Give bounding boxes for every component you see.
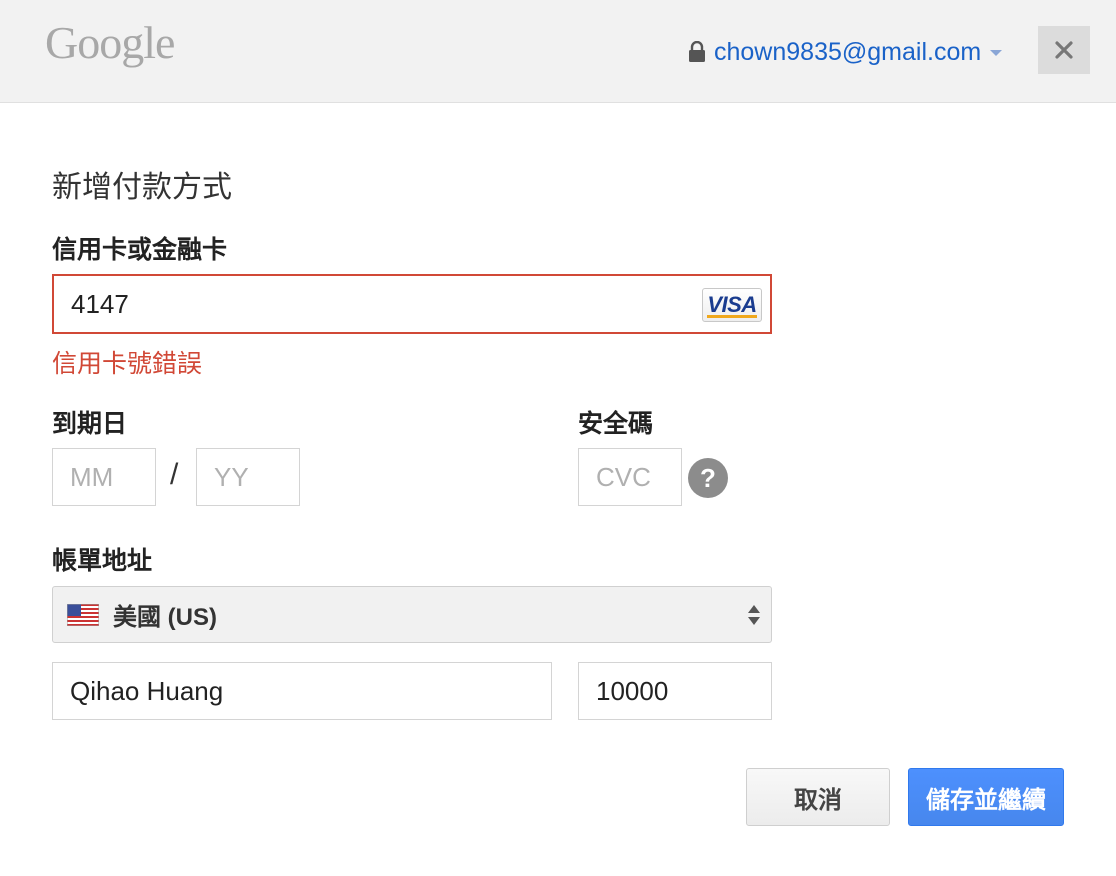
zip-code-input[interactable]: 10000 — [578, 662, 772, 720]
zip-code-value: 10000 — [596, 675, 669, 706]
cvc-input[interactable]: CVC — [578, 448, 682, 506]
visa-card-icon: VISA — [702, 288, 762, 322]
card-number-input[interactable]: 4147 VISA — [52, 274, 772, 334]
month-placeholder: MM — [70, 461, 114, 492]
billing-label: 帳單地址 — [52, 547, 153, 575]
country-value: 美國 (US) — [113, 604, 217, 631]
dialog-title: 新增付款方式 — [52, 171, 232, 204]
expiry-label: 到期日 — [52, 410, 128, 438]
year-placeholder: YY — [214, 461, 249, 492]
card-error-message: 信用卡號錯誤 — [52, 350, 203, 378]
full-name-input[interactable]: Qihao Huang — [52, 662, 552, 720]
cvc-placeholder: CVC — [596, 461, 651, 492]
cvc-label: 安全碼 — [578, 410, 654, 438]
expiry-month-input[interactable]: MM — [52, 448, 156, 506]
chevron-down-icon — [990, 50, 1003, 56]
lock-icon — [689, 41, 705, 62]
card-label: 信用卡或金融卡 — [52, 236, 228, 264]
google-logo: Google — [45, 17, 175, 68]
cvc-help-icon[interactable]: ? — [688, 458, 728, 498]
account-email: chown9835@gmail.com — [714, 37, 982, 66]
close-button[interactable] — [1038, 26, 1090, 74]
expiry-year-input[interactable]: YY — [196, 448, 300, 506]
close-icon — [1055, 41, 1073, 59]
expiry-separator: / — [170, 458, 179, 491]
country-select[interactable]: 美國 (US) — [52, 586, 772, 643]
cancel-button[interactable]: 取消 — [746, 768, 890, 826]
full-name-value: Qihao Huang — [70, 675, 224, 706]
select-updown-icon — [748, 605, 760, 625]
save-and-continue-button[interactable]: 儲存並繼續 — [908, 768, 1064, 826]
card-number-value: 4147 — [71, 288, 129, 319]
account-switcher[interactable]: chown9835@gmail.com — [688, 35, 1003, 69]
header-bar: Google chown9835@gmail.com — [0, 0, 1116, 103]
us-flag-icon — [67, 603, 99, 626]
